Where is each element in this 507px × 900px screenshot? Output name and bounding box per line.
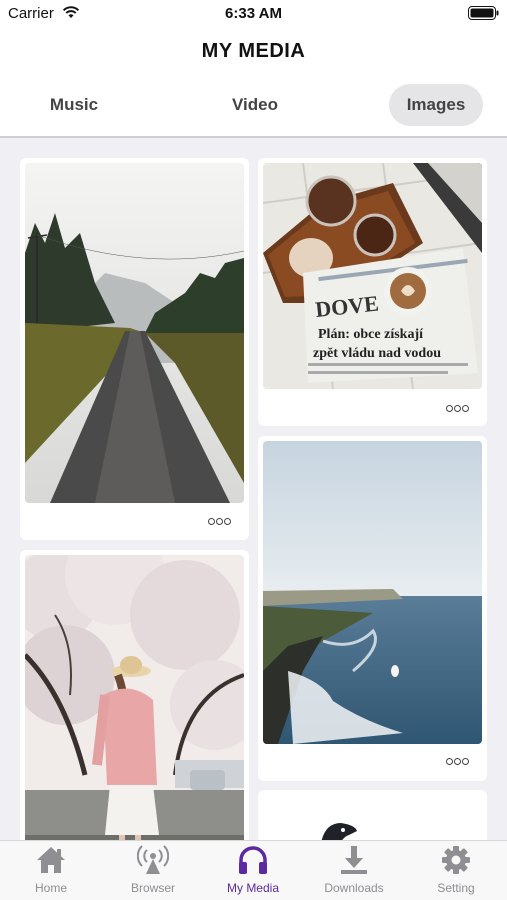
media-type-tabs: Music Video Images — [0, 84, 507, 128]
image-thumbnail[interactable] — [25, 555, 244, 840]
tabbar-item-my-media[interactable]: My Media — [205, 845, 301, 895]
newspaper-headline-1: Plán: obce získají — [318, 327, 424, 342]
tab-images[interactable]: Images — [389, 84, 483, 126]
tabbar-item-setting[interactable]: Setting — [408, 845, 504, 895]
image-thumbnail[interactable] — [263, 795, 482, 840]
antenna-icon — [137, 845, 169, 874]
image-thumbnail[interactable] — [263, 441, 482, 744]
tabbar-label: Setting — [437, 881, 475, 895]
headphones-icon — [239, 846, 267, 874]
tabbar-item-home[interactable]: Home — [3, 845, 99, 895]
image-gallery[interactable]: DOVE Plán: obce získají zpět vládu nad v… — [0, 138, 507, 840]
tabbar-label: Home — [34, 881, 67, 895]
newspaper-headline-2: zpět vládu nad vodou — [313, 346, 441, 361]
image-card[interactable] — [258, 436, 487, 781]
image-card[interactable] — [20, 550, 249, 840]
tabbar-label: My Media — [226, 881, 279, 895]
tabbar-item-browser[interactable]: Browser — [105, 845, 201, 895]
home-icon — [37, 847, 65, 873]
image-card[interactable] — [258, 790, 487, 840]
more-options-icon[interactable] — [208, 514, 232, 528]
status-bar: Carrier 6:33 AM — [0, 0, 507, 28]
image-thumbnail[interactable] — [25, 163, 244, 503]
image-card[interactable] — [20, 158, 249, 540]
tab-music[interactable]: Music — [22, 84, 126, 126]
page-title: MY MEDIA — [201, 40, 306, 62]
image-thumbnail[interactable]: DOVE Plán: obce získají zpět vládu nad v… — [263, 163, 482, 389]
tab-video[interactable]: Video — [203, 84, 307, 126]
tabbar-label: Downloads — [324, 881, 384, 895]
gear-icon — [442, 846, 470, 874]
bottom-tab-bar: Home Browser My Media Downloads Setting — [0, 840, 507, 900]
clock: 6:33 AM — [225, 5, 282, 22]
tabbar-label: Browser — [130, 881, 175, 895]
download-icon — [341, 846, 367, 874]
image-card[interactable]: DOVE Plán: obce získají zpět vládu nad v… — [258, 158, 487, 426]
battery-icon — [468, 6, 499, 20]
more-options-icon[interactable] — [446, 401, 470, 415]
tabbar-item-downloads[interactable]: Downloads — [306, 845, 402, 895]
more-options-icon[interactable] — [446, 754, 470, 768]
